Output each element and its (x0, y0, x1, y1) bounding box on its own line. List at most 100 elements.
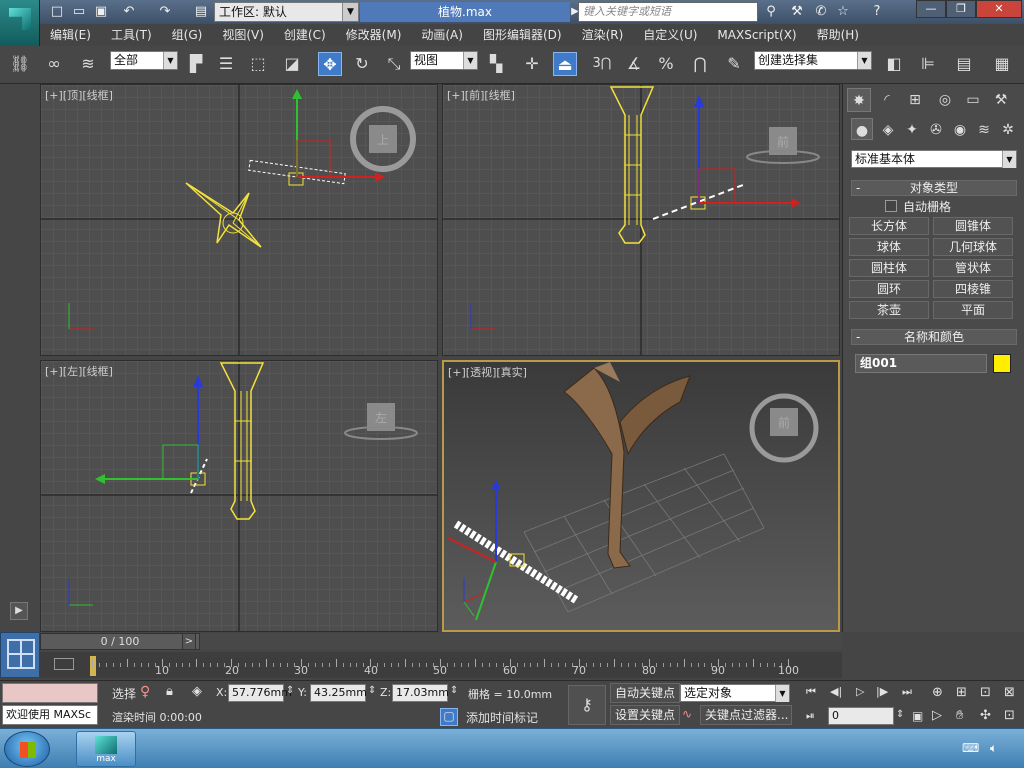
reference-coordinate-dropdown[interactable]: 视图 ▼ (410, 51, 478, 70)
zoom-extents-icon[interactable]: ⊡ (980, 685, 991, 700)
auto-key-button[interactable]: 自动关键点 (610, 683, 681, 703)
wrench-icon[interactable]: ⚒ (788, 3, 806, 21)
go-to-end-icon[interactable]: ⏭ (902, 685, 912, 699)
named-selection-dropdown[interactable]: 创建选择集 ▼ (754, 51, 872, 70)
binoculars-icon[interactable]: ⚲ (762, 3, 780, 21)
viewport-label-left[interactable]: [+][左][线框] (45, 363, 113, 379)
viewport-perspective[interactable]: 前 [+][透视][真实] (442, 360, 840, 632)
select-by-name-icon[interactable]: ☰ (214, 52, 238, 76)
track-bar-icon[interactable] (50, 652, 80, 678)
lights-icon[interactable]: ✦ (901, 118, 923, 140)
spacewarps-icon[interactable]: ≋ (973, 118, 995, 140)
x-spinner-icon[interactable]: ⇕ (286, 685, 294, 696)
menu-animation[interactable]: 动画(A) (411, 24, 473, 46)
create-teapot-button[interactable]: 茶壶 (849, 301, 929, 319)
create-sphere-button[interactable]: 球体 (849, 238, 929, 256)
undo-icon[interactable]: ↶ (120, 3, 138, 21)
time-configuration-icon[interactable]: ▣ (912, 709, 923, 723)
redo-icon[interactable]: ↷ (156, 3, 174, 21)
x-coordinate-field[interactable]: 57.776mm (228, 684, 292, 702)
help-icon[interactable]: ? (868, 3, 886, 21)
menu-graph-editors[interactable]: 图形编辑器(D) (473, 24, 572, 46)
current-frame-field[interactable]: 0 (828, 707, 894, 725)
menu-maxscript[interactable]: MAXScript(X) (707, 24, 806, 46)
app-menu-button[interactable] (0, 0, 40, 46)
menu-edit[interactable]: 编辑(E) (40, 24, 101, 46)
frame-spinner-icon[interactable]: ⇕ (896, 709, 904, 720)
modify-tab-icon[interactable]: ◜ (875, 88, 899, 112)
menu-group[interactable]: 组(G) (162, 24, 213, 46)
scale-tool-icon[interactable]: ⤡ (382, 52, 406, 76)
orbit-icon[interactable]: ✣ (980, 708, 991, 723)
pan-hand-icon[interactable]: ✋︎ (956, 708, 963, 723)
rollout-object-type[interactable]: - 对象类型 (851, 180, 1017, 196)
create-cylinder-button[interactable]: 圆柱体 (849, 259, 929, 277)
keyboard-tray-icon[interactable]: ⌨ (962, 741, 979, 755)
maximize-viewport-icon[interactable]: ⊡ (1004, 708, 1015, 723)
track-bar[interactable]: 10 20 30 40 50 60 70 80 90 100 (40, 652, 842, 678)
layer-manager-icon[interactable]: ▤ (952, 52, 976, 76)
close-button[interactable]: ✕ (976, 0, 1022, 18)
viewport-top[interactable]: 上 [+][顶][线框] (40, 84, 438, 356)
previous-frame-icon[interactable]: ◀| (830, 685, 842, 698)
absolute-transform-icon[interactable]: ◈ (192, 684, 202, 699)
viewport-label-top[interactable]: [+][顶][线框] (45, 87, 113, 103)
set-key-button[interactable]: 设置关键点 (610, 705, 681, 725)
utilities-tab-icon[interactable]: ⚒ (989, 88, 1013, 112)
time-next-icon[interactable]: > (182, 633, 196, 650)
maxscript-mini-listener-top[interactable] (2, 683, 98, 703)
object-name-field[interactable]: 组001 (855, 354, 987, 373)
menu-modifiers[interactable]: 修改器(M) (336, 24, 412, 46)
zoom-icon[interactable]: ⊕ (932, 685, 943, 700)
move-tool-icon[interactable]: ✥ (318, 52, 342, 76)
add-time-tag-button[interactable]: 添加时间标记 (466, 709, 538, 726)
create-cone-button[interactable]: 圆锥体 (933, 217, 1013, 235)
z-spinner-icon[interactable]: ⇕ (450, 685, 458, 696)
minimize-button[interactable]: — (916, 0, 946, 18)
create-pyramid-button[interactable]: 四棱锥 (933, 280, 1013, 298)
project-folder-icon[interactable]: ▤ (192, 3, 210, 21)
new-file-icon[interactable]: □ (48, 3, 66, 21)
hierarchy-tab-icon[interactable]: ⊞ (903, 88, 927, 112)
create-plane-button[interactable]: 平面 (933, 301, 1013, 319)
y-coordinate-field[interactable]: 43.25mm (310, 684, 367, 702)
y-spinner-icon[interactable]: ⇕ (368, 685, 376, 696)
create-tube-button[interactable]: 管状体 (933, 259, 1013, 277)
edit-named-selection-icon[interactable]: ✎ (722, 52, 746, 76)
open-file-icon[interactable]: ▭ (70, 3, 88, 21)
link-icon[interactable]: ⛓ (8, 52, 32, 76)
taskbar-3dsmax-app[interactable]: max (76, 731, 136, 767)
autogrid-checkbox[interactable] (885, 200, 897, 212)
viewport-front[interactable]: 前 [+][前][线框] (442, 84, 840, 356)
menu-view[interactable]: 视图(V) (212, 24, 274, 46)
menu-tools[interactable]: 工具(T) (101, 24, 162, 46)
bind-spacewarp-icon[interactable]: ≋ (76, 52, 100, 76)
snaps-toggle-icon[interactable]: 3⋂ (590, 52, 614, 76)
time-tag-icon[interactable]: ▢ (440, 708, 458, 726)
zoom-extents-all-icon[interactable]: ⊠ (1004, 685, 1015, 700)
time-slider[interactable]: 0 / 100 (40, 633, 200, 650)
unlink-icon[interactable]: ∞ (42, 52, 66, 76)
geometry-icon[interactable]: ● (851, 118, 873, 140)
workspace-dropdown[interactable]: 工作区: 默认 ▼ (214, 2, 359, 22)
menu-rendering[interactable]: 渲染(R) (572, 24, 634, 46)
save-file-icon[interactable]: ▣ (92, 3, 110, 21)
systems-icon[interactable]: ✲ (997, 118, 1019, 140)
object-category-dropdown[interactable]: 标准基本体 ▼ (851, 150, 1017, 168)
set-key-icon[interactable]: ⚷ (568, 685, 606, 725)
go-to-start-icon[interactable]: ⏮ (806, 685, 816, 699)
next-frame-icon[interactable]: |▶ (876, 685, 888, 698)
display-tab-icon[interactable]: ▭ (961, 88, 985, 112)
create-tab-icon[interactable]: ✸ (847, 88, 871, 112)
create-geosphere-button[interactable]: 几何球体 (933, 238, 1013, 256)
graphite-ribbon-icon[interactable]: ▦ (990, 52, 1014, 76)
key-mode-toggle-icon[interactable]: ⏯ (806, 709, 815, 723)
info-icon[interactable]: ✆ (812, 3, 830, 21)
favorites-star-icon[interactable]: ☆ (834, 3, 852, 21)
search-input[interactable]: 键入关键字或短语 (578, 2, 758, 22)
cameras-icon[interactable]: ✇ (925, 118, 947, 140)
selection-filter-dropdown[interactable]: 全部 ▼ (110, 51, 178, 70)
create-box-button[interactable]: 长方体 (849, 217, 929, 235)
shapes-icon[interactable]: ◈ (877, 118, 899, 140)
menu-create[interactable]: 创建(C) (274, 24, 336, 46)
